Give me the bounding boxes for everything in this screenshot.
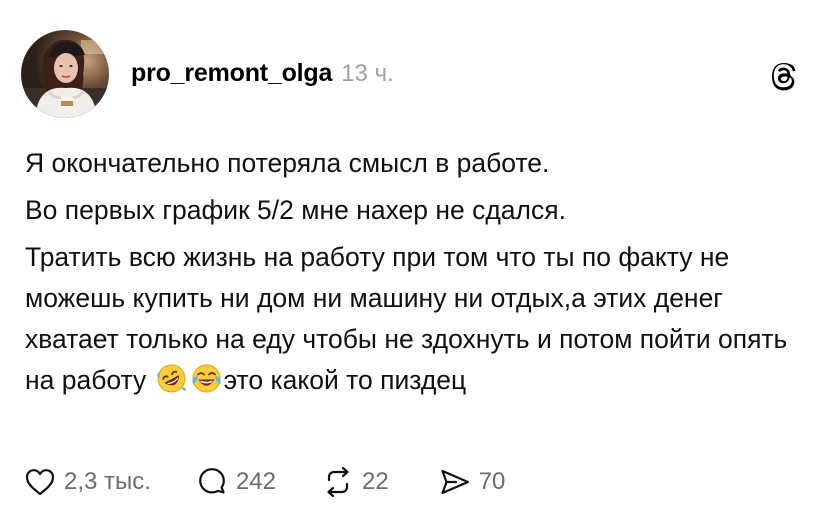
post-paragraph-tail: это какой то пиздец — [223, 365, 467, 395]
post-text: Я окончательно потеряла смысл в работе. … — [25, 143, 795, 401]
like-count: 2,3 тыс. — [64, 468, 151, 495]
post-header: pro_remont_olga 13 ч. — [131, 59, 394, 95]
action-bar: 2,3 тыс. 242 22 70 — [23, 462, 505, 502]
share-button[interactable]: 70 — [438, 465, 506, 499]
face-with-tears-of-joy-emoji-icon — [190, 362, 223, 395]
reply-count: 242 — [235, 468, 276, 495]
threads-logo-icon[interactable] — [769, 61, 799, 91]
heart-icon — [25, 469, 55, 496]
share-count: 70 — [478, 468, 506, 495]
speech-bubble-icon — [199, 468, 225, 494]
rolling-on-the-floor-laughing-emoji-icon — [155, 362, 188, 395]
post-paragraph: Я окончательно потеряла смысл в работе. — [25, 148, 550, 178]
repost-count: 22 — [362, 468, 389, 495]
repost-arrows-icon — [327, 466, 349, 498]
like-button[interactable]: 2,3 тыс. — [23, 465, 151, 499]
repost-button[interactable]: 22 — [321, 465, 389, 499]
timestamp: 13 ч. — [341, 60, 394, 87]
avatar-photo — [21, 30, 109, 118]
threads-post: pro_remont_olga 13 ч. Я окончательно пот… — [0, 0, 828, 520]
post-paragraph: Во первых график 5/2 мне нахер не сдался… — [25, 195, 566, 225]
post-paragraph: Тратить всю жизнь на работу при том что … — [25, 237, 795, 401]
reply-button[interactable]: 242 — [195, 465, 276, 499]
avatar[interactable] — [21, 30, 109, 118]
send-icon — [441, 469, 469, 495]
username[interactable]: pro_remont_olga — [131, 59, 332, 88]
